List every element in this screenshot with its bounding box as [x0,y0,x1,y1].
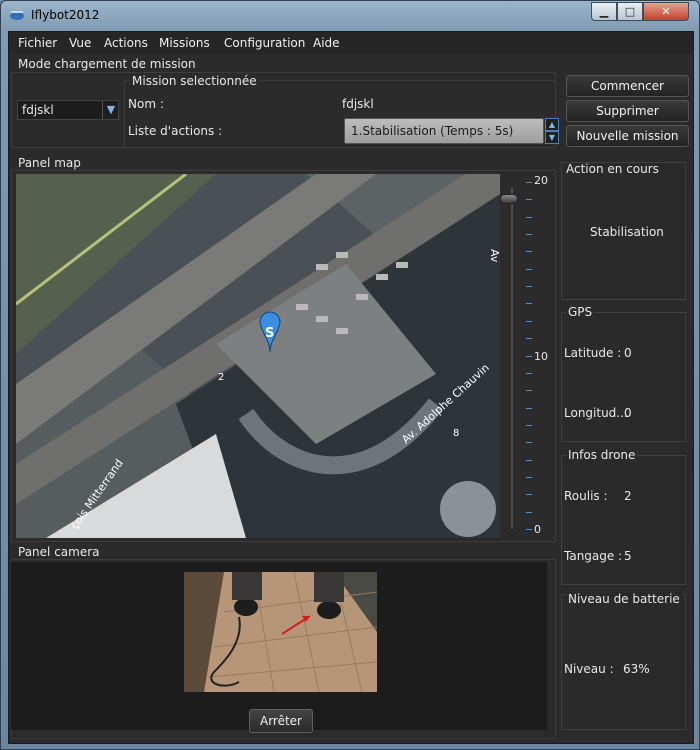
zoom-tick [526,251,532,253]
new-mission-button[interactable]: Nouvelle mission [566,125,689,147]
zoom-tick [526,268,532,270]
menu-actions[interactable]: Actions [104,36,148,50]
chevron-down-icon[interactable]: ▼ [102,101,119,119]
mission-combo-value: fdjskl [22,103,54,117]
roll-value: 2 [624,489,632,503]
zoom-tick [526,320,532,322]
zoom-tick [526,407,532,409]
menu-vue[interactable]: Vue [69,36,91,50]
zoom-tick [526,286,532,288]
latitude-label: Latitude : [564,346,622,360]
latitude-value: 0 [624,346,632,360]
zoom-tick [526,372,532,374]
zoom-slider-track[interactable] [511,187,513,529]
menu-bar: Fichier Vue Actions Missions Configurati… [9,32,693,54]
zoom-tick [526,494,532,496]
zoom-label-max: 20 [534,174,548,187]
gps-title: GPS [566,305,595,319]
map-street-label: 8 [453,428,459,439]
menu-aide[interactable]: Aide [313,36,340,50]
current-action-value: Stabilisation [590,225,664,239]
zoom-tick [526,303,532,305]
zoom-slider-handle[interactable] [500,194,518,204]
start-button[interactable]: Commencer [566,75,689,97]
actions-list-select[interactable]: 1.Stabilisation (Temps : 5s) [344,118,544,144]
delete-button[interactable]: Supprimer [566,100,689,122]
longitude-label: Longitud... [564,406,628,420]
pitch-value: 5 [624,549,632,563]
map-street-label: Av [488,249,500,263]
zoom-tick [526,338,532,340]
zoom-tick [526,216,532,218]
zoom-tick [526,390,532,392]
zoom-tick [526,459,532,461]
app-window: Iflybot2012 ▁ □ ✕ Fichier Vue Actions Mi… [0,0,700,750]
actions-list-label: Liste d'actions : [128,124,223,138]
longitude-value: 0 [624,406,632,420]
zoom-tick [526,199,532,201]
zoom-label-mid: 10 [534,350,548,363]
satellite-map: çois Mitterrand Av. Adolphe Chauvin Av 2… [16,174,500,538]
mission-combo[interactable]: fdjskl ▼ [17,100,119,120]
battery-level-label: Niveau : [564,662,614,676]
battery-title: Niveau de batterie [566,592,682,606]
spin-up-icon[interactable]: ▲ [545,118,559,131]
mode-section-title: Mode chargement de mission [18,57,196,71]
menu-configuration[interactable]: Configuration [224,36,305,50]
camera-panel-title: Panel camera [18,545,100,559]
zoom-tick [526,511,532,513]
zoom-tick [526,182,532,183]
pitch-label: Tangage : [564,549,623,563]
close-button[interactable]: ✕ [643,2,689,21]
zoom-tick [526,234,532,236]
spin-down-icon[interactable]: ▼ [545,131,559,144]
marker-letter: S [265,326,274,341]
app-logo-icon [10,11,24,20]
zoom-tick [526,355,532,357]
mission-section-title: Mission selectionnée [130,74,259,88]
menu-fichier[interactable]: Fichier [18,36,57,50]
menu-missions[interactable]: Missions [159,36,210,50]
zoom-label-min: 0 [534,523,541,536]
window-title: Iflybot2012 [31,8,100,22]
mission-name-value: fdjskl [342,97,374,111]
map-panel-title: Panel map [18,156,81,170]
minimize-button[interactable]: ▁ [591,2,617,21]
maximize-button[interactable]: □ [617,2,643,21]
gps-box [561,312,686,442]
roll-label: Roulis : [564,489,608,503]
stop-button[interactable]: Arrêter [249,709,313,733]
camera-feed-image [184,572,377,692]
zoom-tick [526,424,532,426]
battery-level-value: 63% [623,662,650,676]
map-view[interactable]: çois Mitterrand Av. Adolphe Chauvin Av 2… [16,174,500,538]
zoom-tick [526,442,532,444]
drone-info-title: Infos drone [566,448,638,462]
drone-info-box [561,455,686,585]
actions-list-value: 1.Stabilisation (Temps : 5s) [351,124,514,138]
current-action-title: Action en cours [566,162,659,176]
mission-name-label: Nom : [128,97,164,111]
title-bar[interactable]: Iflybot2012 ▁ □ ✕ [1,1,699,31]
zoom-tick [526,529,532,530]
client-area: Fichier Vue Actions Missions Configurati… [8,31,694,744]
map-street-label: 2 [218,372,224,383]
zoom-tick [526,476,532,478]
